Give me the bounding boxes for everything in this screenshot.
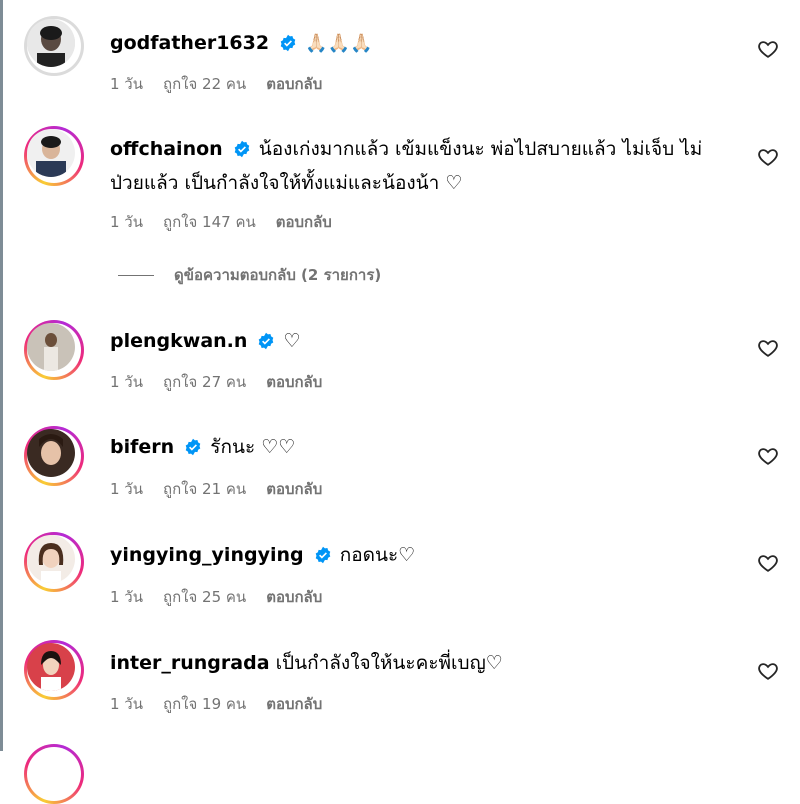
comment-line: godfather1632 🙏🏻🙏🏻🙏🏻 — [110, 26, 730, 61]
like-count[interactable]: ถูกใจ 25 คน — [163, 588, 246, 606]
username[interactable]: plengkwan.n — [110, 330, 247, 352]
comment-meta: 1 วัน ถูกใจ 27 คน ตอบกลับ — [110, 370, 342, 394]
comment-line: offchainon น้องเก่งมากแล้ว เข้มแข็งนะ พ่… — [110, 132, 730, 200]
comment-line: inter_rungrada เป็นกำลังใจให้นะคะพี่เบญ♡ — [110, 646, 730, 680]
heart-outline-icon[interactable] — [757, 337, 779, 359]
reply-button[interactable]: ตอบกลับ — [266, 75, 322, 93]
username[interactable]: bifern — [110, 436, 174, 458]
username[interactable]: offchainon — [110, 138, 223, 160]
username[interactable]: godfather1632 — [110, 32, 269, 54]
comment-text: รักนะ ♡♡ — [210, 436, 296, 458]
reply-button[interactable]: ตอบกลับ — [266, 373, 322, 391]
like-count[interactable]: ถูกใจ 22 คน — [163, 75, 246, 93]
like-count[interactable]: ถูกใจ 27 คน — [163, 373, 246, 391]
avatar-photo-icon — [27, 19, 75, 67]
comment-text: ♡ — [283, 330, 301, 352]
verified-badge-icon — [185, 438, 201, 456]
comment-line: yingying_yingying กอดนะ♡ — [110, 538, 730, 572]
avatar-photo-icon — [27, 129, 75, 177]
comment-time[interactable]: 1 วัน — [110, 373, 143, 391]
comment-time[interactable]: 1 วัน — [110, 75, 143, 93]
heart-outline-icon[interactable] — [757, 146, 779, 168]
reply-button[interactable]: ตอบกลับ — [276, 213, 332, 231]
avatar[interactable] — [24, 126, 84, 186]
comment-meta: 1 วัน ถูกใจ 22 คน ตอบกลับ — [110, 72, 342, 96]
avatar[interactable] — [24, 744, 84, 804]
heart-outline-icon[interactable] — [757, 552, 779, 574]
view-replies-button[interactable]: ดูข้อความตอบกลับ (2 รายการ) — [118, 263, 381, 287]
comment-time[interactable]: 1 วัน — [110, 695, 143, 713]
avatar[interactable] — [24, 532, 84, 592]
avatar[interactable] — [24, 16, 84, 76]
view-replies-label[interactable]: ดูข้อความตอบกลับ (2 รายการ) — [174, 263, 381, 287]
verified-badge-icon — [280, 34, 296, 52]
username[interactable]: yingying_yingying — [110, 544, 304, 566]
avatar-photo-icon — [27, 643, 75, 691]
avatar-photo-icon — [27, 323, 75, 371]
comment-meta: 1 วัน ถูกใจ 21 คน ตอบกลับ — [110, 477, 342, 501]
reply-button[interactable]: ตอบกลับ — [266, 480, 322, 498]
comment-meta: 1 วัน ถูกใจ 19 คน ตอบกลับ — [110, 692, 342, 716]
divider-dash — [118, 274, 154, 276]
like-count[interactable]: ถูกใจ 21 คน — [163, 480, 246, 498]
comment-text: กอดนะ♡ — [339, 544, 416, 566]
avatar[interactable] — [24, 426, 84, 486]
comment-meta: 1 วัน ถูกใจ 25 คน ตอบกลับ — [110, 585, 342, 609]
avatar[interactable] — [24, 640, 84, 700]
comment-time[interactable]: 1 วัน — [110, 480, 143, 498]
avatar-photo-icon — [27, 429, 75, 477]
comment-time[interactable]: 1 วัน — [110, 213, 143, 231]
comment-meta: 1 วัน ถูกใจ 147 คน ตอบกลับ — [110, 210, 352, 234]
comment-text: 🙏🏻🙏🏻🙏🏻 — [305, 33, 373, 54]
heart-outline-icon[interactable] — [757, 38, 779, 60]
like-count[interactable]: ถูกใจ 19 คน — [163, 695, 246, 713]
heart-outline-icon[interactable] — [757, 445, 779, 467]
avatar-photo-icon — [27, 535, 75, 583]
reply-button[interactable]: ตอบกลับ — [266, 695, 322, 713]
username[interactable]: inter_rungrada — [110, 652, 270, 674]
reply-button[interactable]: ตอบกลับ — [266, 588, 322, 606]
comment-text: เป็นกำลังใจให้นะคะพี่เบญ♡ — [275, 652, 503, 674]
window-edge — [0, 0, 3, 751]
verified-badge-icon — [259, 332, 274, 350]
verified-badge-icon — [315, 546, 330, 564]
comment-line: plengkwan.n ♡ — [110, 324, 730, 358]
comment-line: bifern รักนะ ♡♡ — [110, 430, 730, 464]
verified-badge-icon — [234, 140, 250, 158]
heart-outline-icon[interactable] — [757, 660, 779, 682]
like-count[interactable]: ถูกใจ 147 คน — [163, 213, 256, 231]
comment-time[interactable]: 1 วัน — [110, 588, 143, 606]
avatar[interactable] — [24, 320, 84, 380]
